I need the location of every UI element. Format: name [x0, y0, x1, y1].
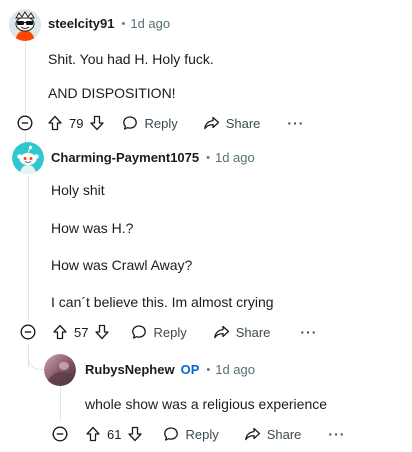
reply-label: Reply [185, 426, 219, 442]
downvote-button[interactable] [94, 324, 110, 340]
thread-line [60, 386, 61, 420]
upvote-button[interactable] [52, 324, 68, 340]
share-arrow-icon [213, 325, 229, 339]
thread-line [28, 176, 29, 320]
reply-label: Reply [144, 115, 178, 131]
comment-text: Holy shit [51, 182, 105, 198]
more-options-button[interactable]: ··· [287, 115, 304, 131]
downvote-arrow-icon [95, 324, 110, 340]
comment-meta: RubysNephew OP • 1d ago [85, 362, 255, 377]
share-button[interactable]: Share [213, 324, 271, 340]
author-name[interactable]: Charming-Payment1075 [51, 150, 199, 165]
comment-meta: Charming-Payment1075 • 1d ago [51, 150, 255, 165]
author-name[interactable]: steelcity91 [48, 16, 115, 31]
comment-text: How was Crawl Away? [51, 257, 193, 273]
comment-actions: 79 Reply Share ··· [47, 111, 304, 135]
timestamp[interactable]: 1d ago [215, 150, 255, 165]
downvote-arrow-icon [90, 115, 105, 131]
reply-bubble-icon [164, 427, 179, 441]
comment-text: AND DISPOSITION! [48, 85, 176, 101]
reply-label: Reply [153, 324, 187, 340]
upvote-arrow-icon [48, 115, 62, 131]
comment-actions: 57 Reply Share ··· [52, 320, 317, 344]
upvote-button[interactable] [85, 426, 101, 442]
share-button[interactable]: Share [244, 426, 302, 442]
author-name[interactable]: RubysNephew [85, 362, 175, 377]
reply-bubble-icon [132, 325, 147, 339]
reply-button[interactable]: Reply [122, 115, 178, 131]
share-arrow-icon [244, 427, 260, 441]
vote-count: 61 [107, 426, 122, 442]
thread-line [25, 42, 26, 114]
snoo-avatar-icon [9, 9, 41, 41]
vote-count: 79 [69, 115, 84, 131]
meta-separator: • [206, 363, 211, 376]
reply-button[interactable]: Reply [131, 324, 187, 340]
downvote-button[interactable] [127, 426, 143, 442]
comment-text: Shit. You had H. Holy fuck. [48, 51, 214, 67]
op-badge: OP [180, 362, 200, 377]
collapse-button[interactable] [17, 115, 33, 131]
share-button[interactable]: Share [203, 115, 261, 131]
avatar[interactable] [12, 142, 44, 174]
upvote-arrow-icon [86, 426, 100, 442]
reply-bubble-icon [123, 116, 138, 130]
comment-meta: steelcity91 • 1d ago [48, 16, 170, 31]
collapse-minus-icon [52, 426, 68, 442]
avatar[interactable] [44, 354, 76, 386]
downvote-arrow-icon [128, 426, 143, 442]
share-label: Share [235, 324, 271, 340]
upvote-button[interactable] [47, 115, 63, 131]
share-label: Share [225, 115, 261, 131]
timestamp[interactable]: 1d ago [130, 16, 170, 31]
timestamp[interactable]: 1d ago [215, 362, 255, 377]
meta-separator: • [121, 17, 126, 30]
share-label: Share [266, 426, 302, 442]
collapse-button[interactable] [52, 426, 68, 442]
downvote-button[interactable] [89, 115, 105, 131]
vote-count: 57 [74, 324, 89, 340]
comment-text: whole show was a religious experience [85, 396, 328, 412]
comment-text: How was H.? [51, 220, 134, 236]
upvote-arrow-icon [53, 324, 67, 340]
share-arrow-icon [203, 116, 219, 130]
comment-actions: 61 Reply Share ··· [85, 422, 345, 446]
user-photo-avatar [44, 354, 76, 386]
collapse-minus-icon [20, 324, 36, 340]
more-options-button[interactable]: ··· [328, 426, 345, 442]
reply-button[interactable]: Reply [163, 426, 219, 442]
snoo-avatar-icon [12, 142, 44, 174]
collapse-button[interactable] [20, 324, 36, 340]
more-options-button[interactable]: ··· [300, 324, 317, 340]
meta-separator: • [206, 151, 210, 164]
avatar[interactable] [9, 9, 41, 41]
collapse-minus-icon [17, 115, 33, 131]
comment-text: I can´t believe this. Im almost crying [51, 294, 274, 310]
